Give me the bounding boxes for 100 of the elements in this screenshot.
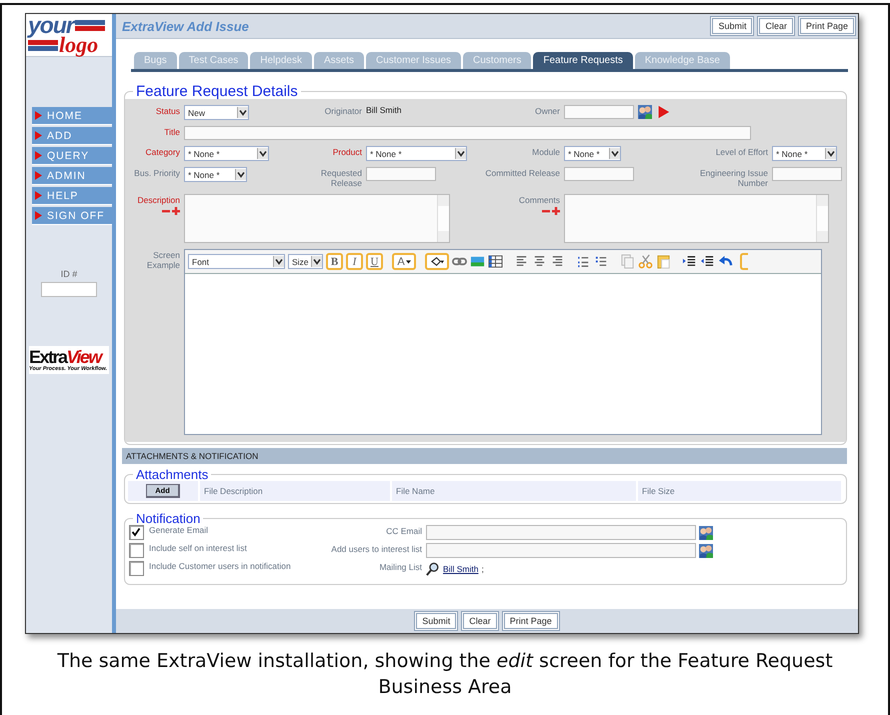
id-label: ID #	[60, 269, 78, 279]
caret-icon	[455, 148, 466, 159]
triangle-icon	[35, 151, 42, 160]
column-header: File Name	[396, 486, 435, 496]
checkbox-label: Include Customer users in notification	[149, 561, 291, 571]
field-label: Level of Effort	[716, 147, 768, 157]
bullet-list-icon[interactable]	[594, 254, 609, 269]
figure-caption: The same ExtraView installation, showing the edit screen for the Feature Request Business Area	[56, 649, 834, 700]
caret-icon	[257, 148, 268, 159]
italic-button[interactable]: I	[346, 253, 363, 270]
copy-icon[interactable]	[620, 254, 635, 269]
people-icon[interactable]	[699, 544, 713, 558]
field-label: Add users to interest list	[330, 543, 422, 556]
footer-button[interactable]: Clear	[461, 611, 499, 631]
table-icon[interactable]	[488, 254, 503, 269]
field-label: Requested Release	[320, 168, 362, 188]
field-label: Module	[532, 147, 560, 157]
scrollbar[interactable]	[437, 195, 449, 242]
caret-icon	[825, 148, 836, 159]
text-area[interactable]	[184, 194, 450, 243]
toolbar-button[interactable]: Submit	[710, 16, 754, 36]
field-label: Owner	[534, 106, 560, 116]
rich-text-editor[interactable]: Font Size B I U A	[184, 249, 822, 435]
align-left-icon[interactable]	[514, 254, 529, 269]
field-label: Product	[332, 147, 362, 157]
cut-icon[interactable]	[638, 254, 653, 269]
scrollbar[interactable]	[816, 195, 828, 242]
field-label: CC Email	[385, 525, 422, 538]
text-field[interactable]	[184, 126, 751, 140]
triangle-icon	[35, 211, 42, 220]
select-field[interactable]: New	[184, 105, 249, 120]
outdent-icon[interactable]	[700, 254, 715, 269]
caret-icon	[406, 260, 411, 264]
align-right-icon[interactable]	[550, 254, 565, 269]
caret-icon	[237, 107, 248, 118]
toolbar-button[interactable]	[740, 253, 748, 270]
minus-icon[interactable]	[542, 207, 550, 215]
field-label: Category	[146, 147, 180, 157]
caret-icon	[273, 256, 284, 267]
font-select[interactable]: Font	[188, 254, 285, 269]
size-select[interactable]: Size	[288, 254, 323, 269]
field-label: Comments	[518, 195, 560, 205]
select-field[interactable]: * None *	[564, 146, 621, 161]
field-label: Committed Release	[485, 168, 560, 178]
select-field[interactable]: * None *	[772, 146, 837, 161]
text-field[interactable]	[426, 525, 696, 540]
field-label: Bus. Priority	[134, 168, 180, 178]
text-field[interactable]	[564, 167, 634, 181]
select-field[interactable]: * None *	[184, 167, 247, 182]
field-label: Title	[164, 127, 180, 137]
people-icon[interactable]	[638, 105, 652, 119]
underline-button[interactable]: U	[366, 253, 383, 270]
checkbox[interactable]	[129, 525, 144, 540]
footer-button[interactable]: Submit	[414, 611, 458, 631]
bold-button[interactable]: B	[326, 253, 343, 270]
text-area[interactable]	[564, 194, 829, 243]
plus-icon[interactable]	[172, 207, 180, 215]
checkbox[interactable]	[129, 561, 144, 576]
field-label: Originator	[324, 106, 362, 116]
caret-icon	[311, 256, 322, 267]
numbered-list-icon[interactable]	[576, 254, 591, 269]
play-icon[interactable]	[656, 105, 670, 119]
field-value: Bill Smith	[366, 105, 402, 115]
field-label: Mailing List	[378, 561, 422, 574]
caret-icon	[235, 169, 246, 180]
paste-icon[interactable]	[656, 254, 671, 269]
select-field[interactable]: * None *	[366, 146, 467, 161]
text-field[interactable]	[564, 105, 634, 119]
select-field[interactable]: * None *	[184, 146, 269, 161]
text-field[interactable]	[366, 167, 436, 181]
id-field[interactable]	[41, 282, 97, 297]
triangle-icon	[35, 111, 42, 120]
checkbox[interactable]	[129, 543, 144, 558]
indent-icon[interactable]	[682, 254, 697, 269]
people-icon[interactable]	[699, 526, 713, 540]
separator-text: ;	[481, 564, 484, 574]
minus-icon[interactable]	[162, 207, 170, 215]
section-title: Feature Request Details	[135, 84, 299, 99]
section-title: Attachments	[135, 468, 210, 481]
plus-icon[interactable]	[552, 207, 560, 215]
field-label: Screen Example	[146, 250, 180, 270]
text-color-button[interactable]: A	[392, 253, 416, 270]
align-center-icon[interactable]	[532, 254, 547, 269]
toolbar-button[interactable]: Clear	[757, 16, 795, 36]
column-header: File Description	[204, 486, 263, 496]
checkbox-label: Include self on interest list	[149, 543, 247, 553]
text-field[interactable]	[426, 543, 696, 558]
user-link[interactable]: Bill Smith	[443, 564, 478, 574]
column-header: File Size	[642, 486, 675, 496]
field-label: Engineering Issue Number	[698, 168, 768, 188]
toolbar-button[interactable]: Print Page	[798, 16, 856, 36]
triangle-icon	[35, 131, 42, 140]
text-field[interactable]	[772, 167, 842, 181]
logo: your logo	[26, 14, 112, 57]
footer-button[interactable]: Print Page	[502, 611, 560, 631]
search-icon[interactable]	[426, 562, 440, 576]
section-title: Notification	[135, 512, 202, 525]
window-title: ExtraView Add Issue	[122, 18, 249, 34]
highlight-button[interactable]	[425, 253, 449, 270]
tab[interactable]: Feature Requests	[533, 52, 633, 69]
